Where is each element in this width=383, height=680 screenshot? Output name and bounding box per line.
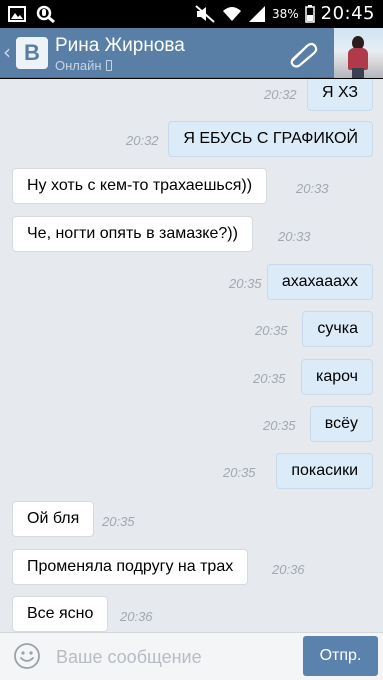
contact-name[interactable]: Рина Жирнова (55, 35, 185, 57)
message-time: 20:33 (296, 181, 329, 196)
avatar[interactable] (334, 28, 383, 78)
message-outgoing[interactable]: сучка (302, 311, 373, 347)
message-outgoing[interactable]: кароч (300, 359, 373, 395)
image-icon (8, 6, 26, 22)
online-status-text: Онлайн (55, 58, 102, 73)
message-incoming[interactable]: Все ясно (12, 596, 109, 632)
message-time: 20:35 (263, 418, 296, 433)
message-time: 20:35 (223, 465, 256, 480)
compose-bar: Отпр. (0, 632, 383, 680)
battery-percent: 38% (271, 6, 299, 21)
message-time: 20:35 (229, 276, 262, 291)
message-time: 20:35 (253, 371, 286, 386)
message-outgoing[interactable]: Я ЕБУСЬ С ГРАФИКОЙ (168, 121, 373, 157)
status-time: 20:45 (320, 3, 375, 24)
vk-logo-letter: B (24, 40, 40, 65)
battery-icon (304, 4, 315, 23)
signal-icon (248, 5, 265, 22)
contact-status: Онлайн (55, 58, 112, 73)
message-list[interactable]: 20:32 Я ХЗ 20:32 Я ЕБУСЬ С ГРАФИКОЙ Ну х… (0, 79, 383, 632)
send-button[interactable]: Отпр. (303, 636, 378, 676)
voice-search-icon (36, 5, 55, 23)
mute-icon (195, 4, 215, 23)
message-outgoing[interactable]: ахахааахх (266, 264, 373, 300)
message-time: 20:32 (126, 133, 159, 148)
message-incoming[interactable]: Че, ногти опять в замазке?)) (12, 216, 253, 252)
message-time: 20:35 (102, 514, 135, 529)
message-outgoing[interactable]: всёу (309, 406, 373, 442)
message-outgoing[interactable]: Я ХЗ (307, 79, 373, 111)
message-outgoing[interactable]: покасики (276, 453, 373, 489)
phone-icon (105, 60, 112, 71)
message-incoming[interactable]: Ну хоть с кем-то трахаешься)) (12, 168, 268, 204)
wifi-icon (222, 6, 241, 21)
smiley-icon[interactable] (13, 642, 41, 670)
status-bar: 38% 20:45 (0, 0, 383, 28)
message-time: 20:35 (255, 323, 288, 338)
message-incoming[interactable]: Променяла подругу на трах (12, 549, 249, 585)
vk-logo[interactable]: B (16, 37, 48, 69)
message-time: 20:32 (264, 87, 297, 102)
back-arrow-icon[interactable]: ‹ (3, 40, 11, 64)
chat-header: ‹ B Рина Жирнова Онлайн (0, 28, 383, 78)
message-time: 20:36 (120, 609, 153, 624)
message-input[interactable] (56, 641, 296, 673)
message-time: 20:36 (272, 562, 305, 577)
message-incoming[interactable]: Ой бля (12, 501, 95, 537)
paperclip-icon[interactable] (285, 38, 321, 68)
message-time: 20:33 (278, 229, 311, 244)
